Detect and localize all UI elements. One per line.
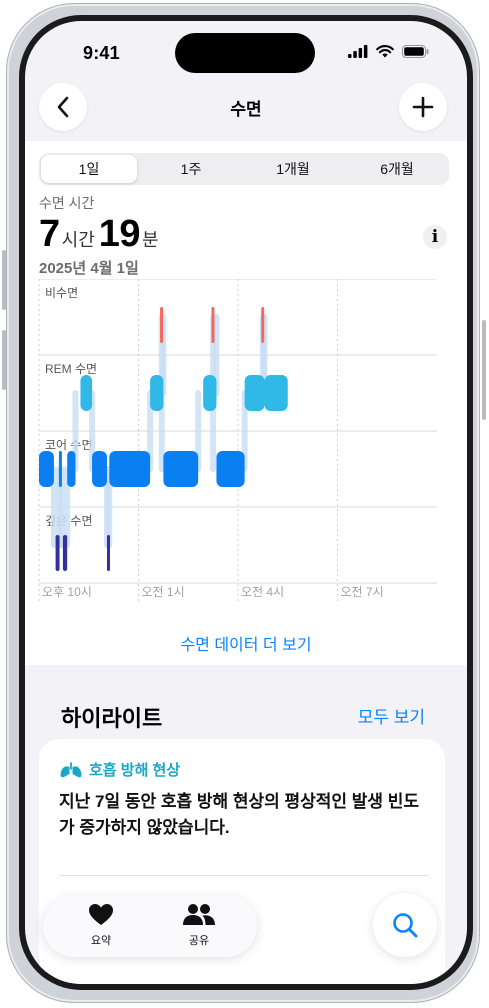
- minutes-value: 19: [98, 213, 141, 255]
- sleep-stage-block: [216, 451, 245, 487]
- highlights-title: 하이라이트: [61, 706, 163, 731]
- plus-icon: [412, 96, 434, 118]
- x-tick-label: 오전 1시: [142, 585, 185, 599]
- sleep-stage-block: [106, 535, 110, 571]
- sleep-stage-block: [203, 375, 217, 411]
- sleep-stage-block: [55, 535, 60, 571]
- sleep-duration: 7 시간 19 분: [39, 213, 163, 256]
- sleep-stage-block: [39, 451, 54, 487]
- x-tick-label: 오후 10시: [42, 585, 92, 599]
- volume-button: [2, 250, 6, 310]
- sleep-stage-block: [211, 307, 215, 343]
- sleep-duration-label: 수면 시간: [39, 195, 95, 211]
- minutes-unit: 분: [142, 230, 159, 250]
- divider: [59, 875, 429, 876]
- x-tick-label: 오전 7시: [341, 585, 384, 599]
- segment-week[interactable]: 1주: [143, 155, 239, 183]
- hours-value: 7: [39, 213, 60, 255]
- segment-day[interactable]: 1일: [41, 155, 137, 183]
- search-icon: [393, 913, 418, 938]
- x-tick-label: 오전 4시: [241, 585, 284, 599]
- sleep-stage-block: [244, 375, 265, 411]
- cellular-signal-icon: [348, 45, 368, 58]
- sleep-stage-block: [58, 451, 62, 487]
- nav-bar: 수면: [25, 79, 467, 139]
- sleep-stage-block: [150, 375, 164, 411]
- stage-label: REM 수면: [45, 362, 97, 376]
- sleep-stage-block: [67, 451, 76, 487]
- sleep-stage-block: [62, 535, 68, 571]
- highlights-see-all-link[interactable]: 모두 보기: [358, 703, 425, 728]
- segment-six-months[interactable]: 6개월: [347, 155, 447, 183]
- period-segmented-control: 1일 1주 1개월 6개월: [39, 153, 449, 185]
- sleep-stage-block: [92, 451, 107, 487]
- sleep-stage-block: [80, 375, 93, 411]
- segment-month[interactable]: 1개월: [245, 155, 341, 183]
- sleep-stage-block: [264, 375, 288, 411]
- stage-label: 비수면: [45, 286, 78, 300]
- people-icon: [183, 904, 215, 925]
- search-button[interactable]: [373, 893, 437, 957]
- sleep-stage-block: [160, 307, 164, 343]
- tab-summary[interactable]: 요약: [61, 903, 141, 948]
- status-bar: 9:41: [25, 21, 467, 81]
- stage-label: 코어 수면: [45, 438, 93, 452]
- side-button: [482, 320, 486, 420]
- dynamic-island: [175, 33, 315, 73]
- tab-sharing-label: 공유: [188, 935, 210, 947]
- volume-button: [2, 330, 6, 390]
- sleep-stages-chart: 오후 10시오전 1시오전 4시오전 7시비수면REM 수면코어 수면깊은 수면: [38, 279, 437, 601]
- highlight-category: 호흡 방해 현상: [89, 762, 181, 779]
- status-icons: [348, 45, 429, 58]
- tab-bar: 요약 공유: [43, 895, 257, 957]
- lungs-icon: [60, 761, 82, 777]
- hours-unit: 시간: [61, 230, 95, 250]
- status-time: 9:41: [83, 43, 120, 63]
- wifi-icon: [376, 45, 394, 58]
- sleep-stage-block: [163, 451, 199, 487]
- tab-summary-label: 요약: [90, 935, 112, 947]
- screen: 9:41 수면 1일 1주 1개월 6개월 수면 시간 7 시간 19 분 i …: [25, 21, 467, 984]
- sleep-date: 2025년 4월 1일: [39, 260, 139, 277]
- highlight-header: 호흡 방해 현상: [59, 759, 180, 780]
- info-icon[interactable]: i: [423, 225, 447, 249]
- heart-icon: [89, 904, 113, 925]
- battery-icon: [402, 45, 429, 58]
- sleep-stage-block: [261, 307, 265, 343]
- tab-sharing[interactable]: 공유: [159, 903, 239, 948]
- highlight-body: 지난 7일 동안 호흡 방해 현상의 평상적인 발생 빈도가 증가하지 않았습니…: [59, 792, 420, 837]
- sleep-stage-block: [109, 451, 151, 487]
- add-button[interactable]: [399, 83, 447, 131]
- sleep-card: 1일 1주 1개월 6개월 수면 시간 7 시간 19 분 i 2025년 4월…: [25, 141, 467, 665]
- more-sleep-data-link[interactable]: 수면 데이터 더 보기: [25, 631, 467, 655]
